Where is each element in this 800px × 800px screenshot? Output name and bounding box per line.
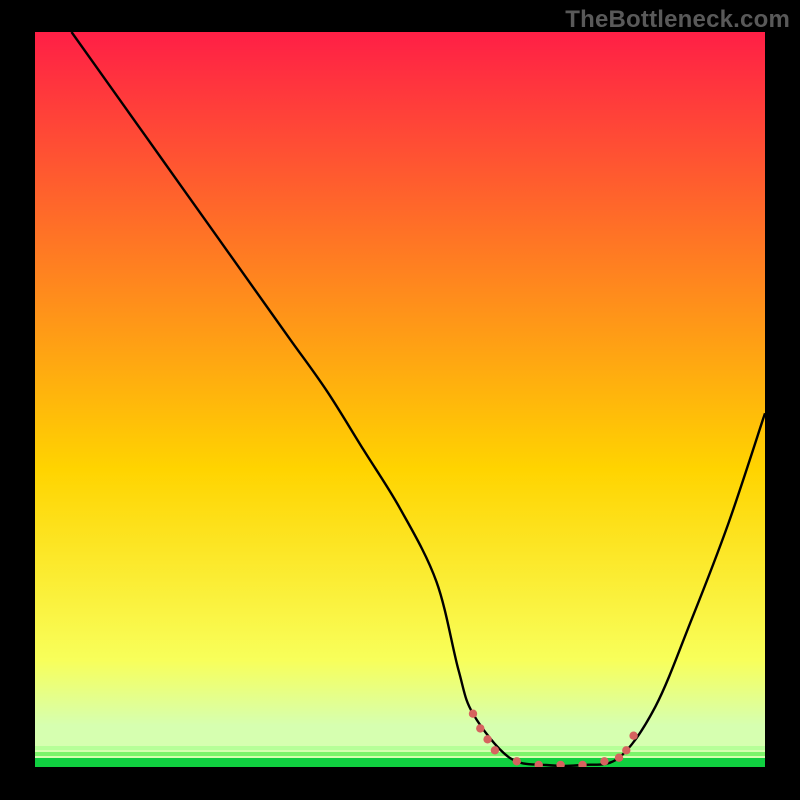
green-band <box>35 758 765 767</box>
bottleneck-plot <box>0 0 800 800</box>
curve-marker <box>491 746 499 754</box>
curve-marker <box>622 746 630 754</box>
curve-marker <box>513 757 521 765</box>
watermark-text: TheBottleneck.com <box>565 6 790 34</box>
curve-marker <box>483 735 491 743</box>
curve-marker <box>629 732 637 740</box>
curve-marker <box>476 724 484 732</box>
light-stripe-1 <box>35 746 765 750</box>
curve-marker <box>600 757 608 765</box>
curve-marker <box>615 754 623 762</box>
curve-marker <box>469 710 477 718</box>
light-stripe-2 <box>35 752 765 756</box>
chart-frame: TheBottleneck.com <box>0 0 800 800</box>
plot-gradient-area <box>35 32 765 762</box>
